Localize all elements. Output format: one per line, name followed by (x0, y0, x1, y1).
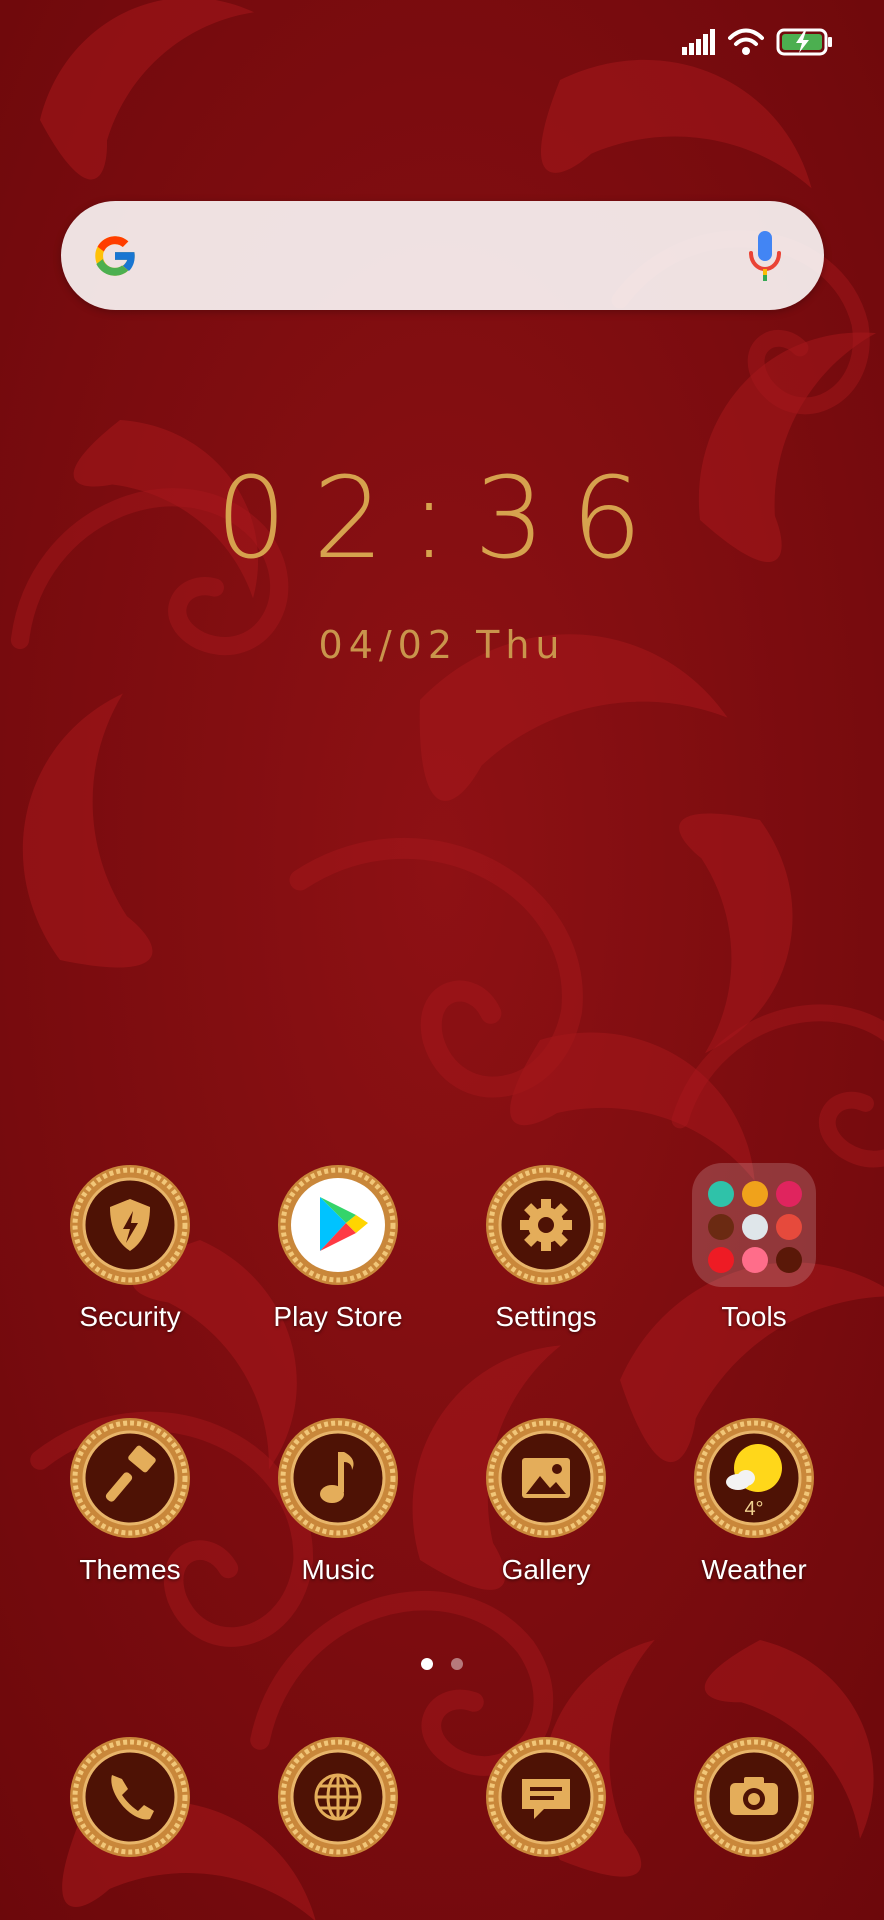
battery-charging-icon (776, 28, 832, 56)
weather-temperature: 4° (744, 1498, 764, 1520)
app-label: Gallery (501, 1554, 591, 1585)
dock-browser[interactable] (238, 1735, 438, 1859)
app-play-store[interactable]: Play Store (238, 1163, 438, 1333)
app-security[interactable]: Security (30, 1163, 230, 1333)
page-indicator[interactable] (0, 1658, 884, 1670)
message-icon (486, 1737, 606, 1857)
dock-camera[interactable] (654, 1735, 854, 1859)
app-settings[interactable]: Settings (446, 1163, 646, 1333)
image-icon (486, 1418, 606, 1538)
gear-icon (486, 1165, 606, 1285)
folder-icon (692, 1163, 816, 1287)
page-dot[interactable] (451, 1658, 463, 1670)
paintbrush-icon (70, 1418, 190, 1538)
home-screen: 02:36 04/02 Thu Security Play Store Sett… (0, 0, 884, 1920)
play-store-icon (278, 1165, 398, 1285)
google-search-bar[interactable] (61, 201, 824, 310)
camera-icon (694, 1737, 814, 1857)
app-music[interactable]: Music (238, 1416, 438, 1586)
music-note-icon (278, 1418, 398, 1538)
phone-icon (70, 1737, 190, 1857)
status-bar (682, 28, 834, 56)
app-weather[interactable]: 4° Weather (654, 1416, 854, 1586)
app-gallery[interactable]: Gallery (446, 1416, 646, 1586)
clock-date: 04/02 Thu (318, 623, 566, 667)
app-label: Settings (495, 1301, 597, 1332)
microphone-icon[interactable] (748, 231, 782, 281)
clock-time[interactable]: 02:36 (0, 463, 884, 575)
app-folder-tools[interactable]: Tools (654, 1163, 854, 1333)
dock-messages[interactable] (446, 1735, 646, 1859)
app-label: Weather (701, 1554, 807, 1585)
google-g-icon (95, 236, 137, 276)
app-label: Themes (79, 1554, 181, 1585)
app-label: Security (79, 1301, 181, 1332)
app-themes[interactable]: Themes (30, 1416, 230, 1586)
wifi-icon (728, 28, 764, 55)
weather-sun-icon (694, 1418, 814, 1538)
dock-phone[interactable] (30, 1735, 230, 1859)
page-dot-active[interactable] (421, 1658, 433, 1670)
app-label: Play Store (273, 1301, 403, 1332)
signal-icon (682, 29, 715, 55)
shield-bolt-icon (70, 1165, 190, 1285)
globe-icon (278, 1737, 398, 1857)
app-label: Music (301, 1554, 375, 1585)
app-label: Tools (721, 1301, 787, 1332)
